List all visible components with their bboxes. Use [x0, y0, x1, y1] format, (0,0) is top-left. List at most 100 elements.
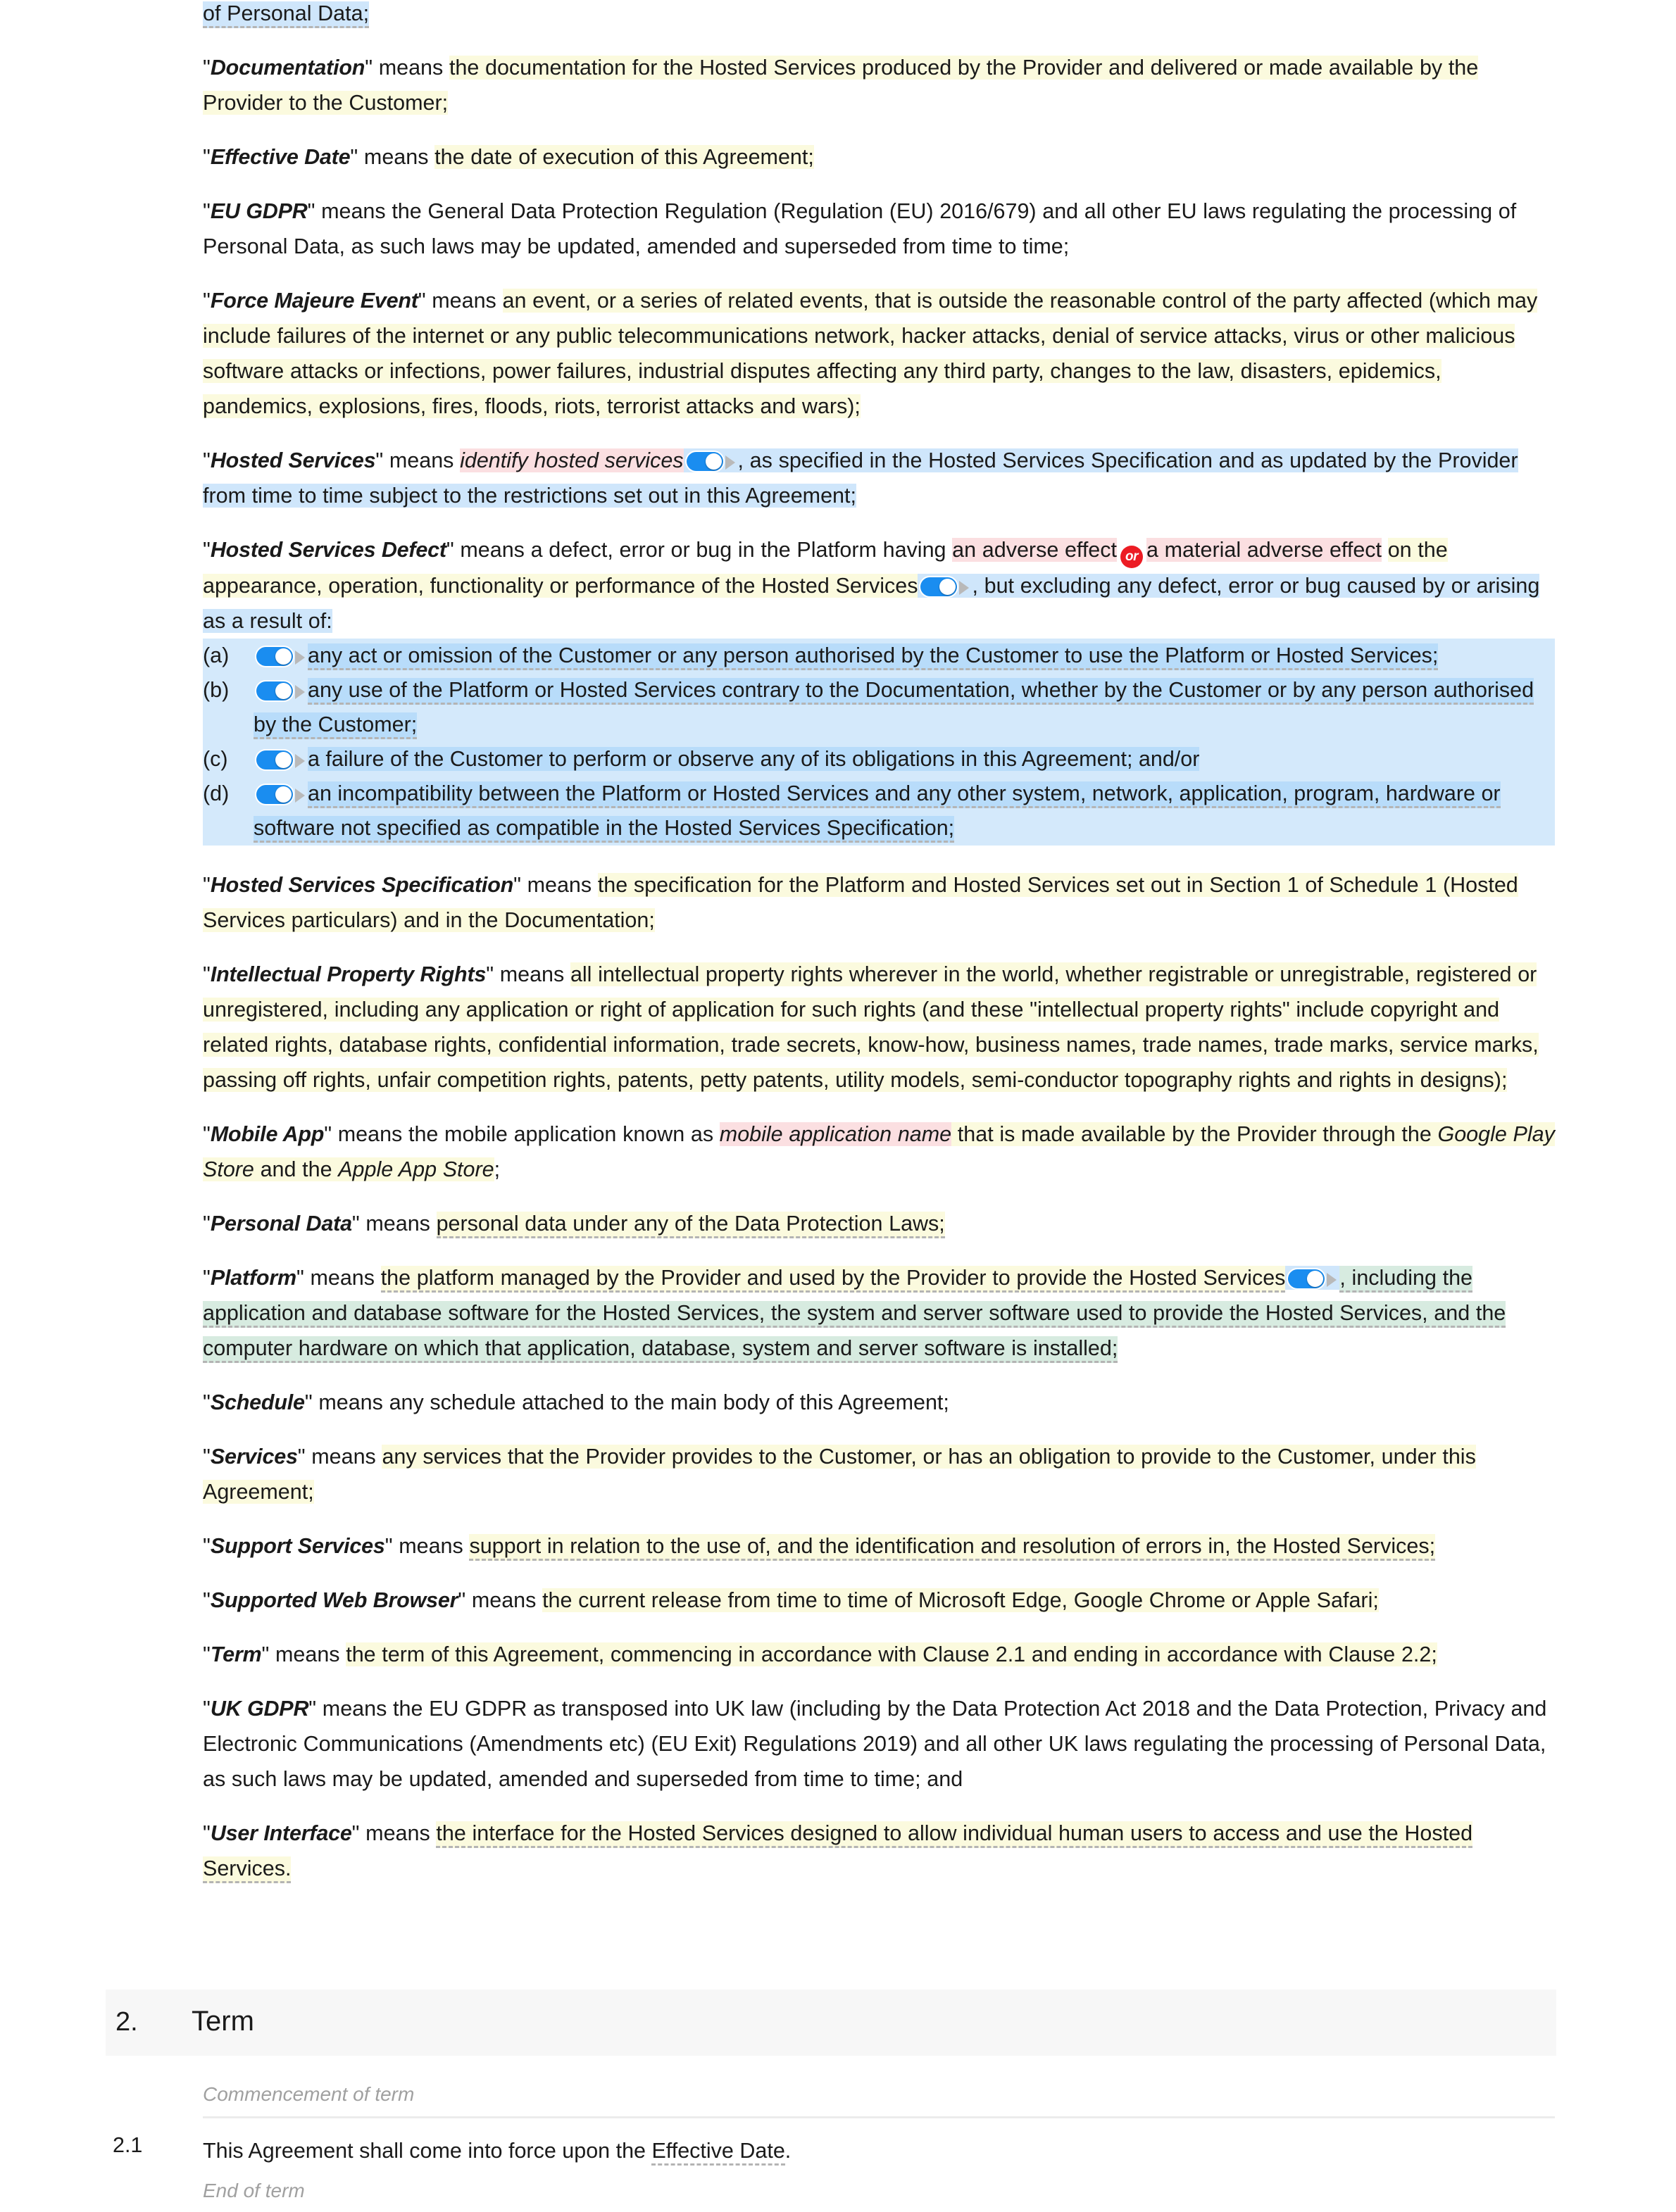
adverse-effect-option-a: an adverse effect: [952, 538, 1117, 562]
definition-body: the date of execution of this Agreement;: [434, 145, 814, 169]
defined-term: Services: [210, 1445, 298, 1469]
defect-exclusions-list: (a) any act or omission of the Customer o…: [203, 639, 1555, 846]
definition-schedule: "Schedule" means any schedule attached t…: [203, 1390, 949, 1414]
lead-text: " means: [375, 448, 461, 472]
mobile-app-mid: that is made available by the Provider t…: [951, 1122, 1438, 1146]
lead-text: " means: [418, 289, 503, 313]
definition-body: the term of this Agreement, commencing i…: [346, 1642, 1437, 1666]
toggle-switch-icon[interactable]: [256, 681, 293, 700]
definition-support-services: "Support Services" means support in rela…: [203, 1528, 1555, 1564]
list-item-text: a failure of the Customer to perform or …: [308, 747, 1200, 771]
section-heading-band: [106, 1990, 1556, 2056]
list-item: (b) any use of the Platform or Hosted Ser…: [203, 673, 1555, 742]
definition-hosted-services: "Hosted Services" means identify hosted …: [203, 448, 1518, 508]
defined-term: UK GDPR: [210, 1697, 309, 1721]
definition-effective-date: "Effective Date" means the date of execu…: [203, 145, 814, 169]
list-item-label: (c): [203, 747, 228, 771]
definition-supported-web-browser: "Supported Web Browser" means the curren…: [203, 1588, 1379, 1612]
toggle-switch-icon[interactable]: [1288, 1269, 1325, 1288]
clause-text-b: .: [784, 2139, 792, 2163]
list-item: (a) any act or omission of the Customer o…: [203, 639, 1555, 673]
definition-hosted-services-specification: "Hosted Services Specification" means th…: [203, 873, 1518, 932]
definition-force-majeure-event: "Force Majeure Event" means an event, or…: [203, 289, 1538, 418]
defined-term: Platform: [210, 1266, 296, 1290]
defined-term: Term: [210, 1642, 262, 1666]
defined-term: Personal Data: [210, 1212, 352, 1236]
definition-body: the current release from time to time of…: [542, 1588, 1379, 1612]
document-page: of Personal Data; "Documentation" means …: [0, 0, 1676, 2212]
lead-text: " means: [446, 538, 531, 562]
lead-text: " means: [351, 1821, 437, 1845]
lead-text: " means: [458, 1588, 543, 1612]
lead-text: " means: [261, 1642, 346, 1666]
play-triangle-icon[interactable]: [295, 651, 305, 665]
lead-text: " means: [350, 145, 435, 169]
defined-term: Supported Web Browser: [210, 1588, 458, 1612]
clause-number-2-1: 2.1: [113, 2133, 143, 2157]
toggle-switch-icon[interactable]: [256, 647, 293, 666]
lead-text: " means: [297, 1445, 382, 1469]
adverse-effect-option-b: a material adverse effect: [1146, 538, 1382, 562]
placeholder-mobile-app-name[interactable]: mobile application name: [719, 1122, 952, 1146]
lead-text: " means: [308, 1697, 394, 1721]
definition-intellectual-property-rights: "Intellectual Property Rights" means all…: [203, 962, 1539, 1092]
play-triangle-icon[interactable]: [1327, 1273, 1337, 1287]
definition-body: personal data under any of the Data Prot…: [436, 1212, 945, 1238]
play-triangle-icon[interactable]: [295, 685, 305, 699]
platform-before: the platform managed by the Provider and…: [380, 1266, 1286, 1293]
definition-eu-gdpr: "EU GDPR" means the General Data Protect…: [203, 199, 1517, 258]
list-item-label: (a): [203, 643, 230, 667]
definition-body: support in relation to the use of, and t…: [469, 1534, 1436, 1561]
definition-personal-data: "Personal Data" means personal data unde…: [203, 1206, 1555, 1241]
defined-term: Hosted Services Specification: [210, 873, 514, 897]
toggle-switch-icon[interactable]: [920, 577, 958, 596]
play-triangle-icon[interactable]: [295, 788, 305, 803]
placeholder-hosted-services[interactable]: identify hosted services: [460, 448, 684, 472]
toggle-wrap-hosted-services: [683, 448, 738, 472]
divider: [203, 2116, 1555, 2118]
play-triangle-icon[interactable]: [295, 754, 305, 768]
defined-term: Support Services: [210, 1534, 385, 1558]
defined-term: EU GDPR: [210, 199, 308, 223]
definition-term: "Term" means the term of this Agreement,…: [203, 1642, 1437, 1666]
play-triangle-icon[interactable]: [959, 581, 970, 595]
defined-term: Force Majeure Event: [210, 289, 418, 313]
toggle-switch-icon[interactable]: [686, 452, 723, 471]
lead-text: " means: [307, 199, 392, 223]
definition-services: "Services" means any services that the P…: [203, 1445, 1476, 1504]
toggle-switch-icon[interactable]: [256, 750, 293, 769]
lead-text: " means: [513, 873, 598, 897]
apple-app-store: Apple App Store: [338, 1157, 494, 1181]
clause-text-2-1: This Agreement shall come into force upo…: [203, 2133, 1555, 2168]
toggle-switch-icon[interactable]: [256, 785, 293, 804]
definitions-column: of Personal Data; "Documentation" means …: [203, 0, 1555, 1886]
section-title: Term: [192, 2006, 254, 2037]
clause-defined-term: Effective Date: [651, 2139, 785, 2166]
definition-hosted-services-defect: "Hosted Services Defect" means a defect,…: [203, 538, 1540, 633]
lead-text: " means: [304, 1390, 389, 1414]
defined-term: User Interface: [210, 1821, 352, 1845]
defined-term: Effective Date: [210, 145, 351, 169]
mobile-app-end: ;: [494, 1157, 501, 1181]
clause-text-a: This Agreement shall come into force upo…: [203, 2139, 652, 2163]
definition-body: any schedule attached to the main body o…: [389, 1390, 949, 1414]
defined-term: Documentation: [210, 56, 365, 80]
mobile-app-join: and the: [254, 1157, 339, 1181]
list-item: (c) a failure of the Customer to perform …: [203, 742, 1555, 777]
defined-term: Mobile App: [210, 1122, 325, 1146]
list-item-label: (d): [203, 781, 230, 805]
fragment-text: of Personal Data;: [203, 1, 370, 28]
definition-mobile-app: "Mobile App" means the mobile applicatio…: [203, 1122, 1555, 1181]
defined-term: Hosted Services: [210, 448, 376, 472]
list-item-text: an incompatibility between the Platform …: [254, 781, 1501, 843]
toggle-wrap-defect: [918, 574, 973, 598]
list-item-text: any act or omission of the Customer or a…: [308, 643, 1439, 670]
play-triangle-icon[interactable]: [725, 455, 735, 470]
definition-body: the EU GDPR as transposed into UK law (i…: [203, 1697, 1547, 1791]
definition-body: any services that the Provider provides …: [203, 1445, 1476, 1504]
defined-term: Intellectual Property Rights: [210, 962, 487, 986]
definition-body: the General Data Protection Regulation (…: [203, 199, 1517, 258]
definition-uk-gdpr: "UK GDPR" means the EU GDPR as transpose…: [203, 1697, 1547, 1791]
list-item-text: any use of the Platform or Hosted Servic…: [254, 678, 1534, 739]
or-badge-icon[interactable]: or: [1120, 546, 1143, 568]
